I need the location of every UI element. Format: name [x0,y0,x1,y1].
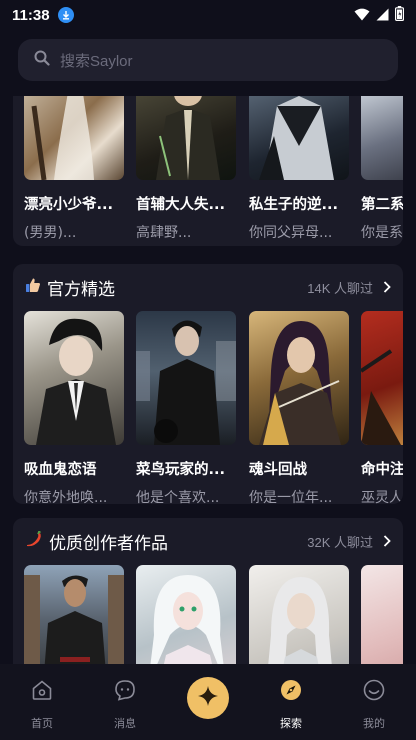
nav-home[interactable]: 首页 [12,678,72,731]
cover-image [361,565,403,664]
card-subtitle: 巫灵人 [361,490,403,504]
character-card[interactable]: 漂亮小少爷... (男男)... [24,96,124,242]
search-bar[interactable]: 搜索Saylor [18,39,398,81]
card-title: 漂亮小少爷... [24,197,114,213]
character-card[interactable]: 第二系 你是系 [361,96,403,242]
card-subtitle: (男男)... [24,225,77,241]
sparkle-icon [197,685,219,711]
nav-profile[interactable]: 我的 [344,678,404,731]
cover-image [136,311,236,445]
cover-image [24,96,124,180]
cover-image [361,96,403,180]
character-card[interactable] [361,565,403,664]
nav-label: 探索 [280,717,302,730]
character-card[interactable]: 魂斗回战 你是一位年... [249,311,349,504]
section-title: 优质创作者作品 [49,533,168,554]
card-title: 首辅大人失... [136,197,226,213]
wifi-icon [354,6,370,25]
character-card[interactable] [136,565,236,664]
card-subtitle: 你是一位年... [249,490,333,504]
cell-signal-icon [376,6,389,25]
card-title: 吸血鬼恋语 [24,462,97,478]
nav-label: 消息 [114,717,136,730]
chili-pepper-icon [25,530,43,551]
battery-icon [395,5,405,25]
status-bar: 11:38 [0,0,416,30]
smile-icon [362,678,386,706]
section-header[interactable]: 优质创作者作品 32K 人聊过 [13,518,403,564]
nav-messages[interactable]: 消息 [95,678,155,731]
card-row[interactable] [13,564,403,664]
cover-image [24,311,124,445]
bottom-nav: 首页 消息 探索 我的 [0,664,416,740]
thumbs-up-icon [25,277,41,297]
nav-label: 首页 [31,717,53,730]
card-row[interactable]: 吸血鬼恋语 你意外地唤... 菜鸟玩家的... 他是个喜欢... 魂斗回战 你是… [13,310,403,504]
section-official-picks: 官方精选 14K 人聊过 吸血鬼恋语 你意外地唤... 菜鸟玩家的... 他是个… [13,264,403,504]
card-subtitle: 你是系 [361,225,403,241]
cover-image [136,96,236,180]
cover-image [249,96,349,180]
character-card[interactable]: 私生子的逆... 你同父异母... [249,96,349,242]
section-title: 官方精选 [47,279,115,300]
card-subtitle: 你意外地唤... [24,490,108,504]
chevron-right-icon [383,278,391,297]
download-icon [57,7,74,23]
card-title: 私生子的逆... [249,197,339,213]
character-card[interactable]: 首辅大人失... 高肆野... [136,96,236,242]
character-card[interactable]: 菜鸟玩家的... 他是个喜欢... [136,311,236,504]
search-icon [34,50,50,70]
nav-explore[interactable]: 探索 [261,678,321,731]
nav-label: 我的 [363,717,385,730]
cover-image [24,565,124,664]
card-subtitle: 他是个喜欢... [136,490,220,504]
section-more-link[interactable]: 14K 人聊过 [307,278,391,297]
card-title: 命中注 [361,462,403,478]
section-header[interactable]: 官方精选 14K 人聊过 [13,264,403,310]
chat-count: 14K 人聊过 [307,280,373,296]
search-input[interactable]: 搜索Saylor [60,50,133,71]
status-time: 11:38 [12,6,50,24]
chat-count: 32K 人聊过 [307,534,373,550]
section-recommended: 漂亮小少爷... (男男)... 首辅大人失... 高肆野... 私生子的逆..… [13,96,403,246]
section-more-link[interactable]: 32K 人聊过 [307,532,391,551]
cover-image [136,565,236,664]
card-title: 菜鸟玩家的... [136,462,226,478]
character-card[interactable]: 命中注 巫灵人 [361,311,403,504]
cover-image [249,311,349,445]
character-card[interactable]: 吸血鬼恋语 你意外地唤... [24,311,124,504]
create-button[interactable] [187,677,229,719]
cover-image [361,311,403,445]
character-card[interactable] [24,565,124,664]
message-icon [113,678,137,706]
card-subtitle: 高肆野... [136,225,192,241]
compass-icon [279,678,303,706]
card-title: 第二系 [361,197,403,213]
home-icon [30,678,54,706]
card-subtitle: 你同父异母... [249,225,333,241]
cover-image [249,565,349,664]
card-title: 魂斗回战 [249,462,307,478]
chevron-right-icon [383,532,391,551]
section-creator-works: 优质创作者作品 32K 人聊过 [13,518,403,664]
character-card[interactable] [249,565,349,664]
explore-feed[interactable]: 漂亮小少爷... (男男)... 首辅大人失... 高肆野... 私生子的逆..… [0,96,416,664]
